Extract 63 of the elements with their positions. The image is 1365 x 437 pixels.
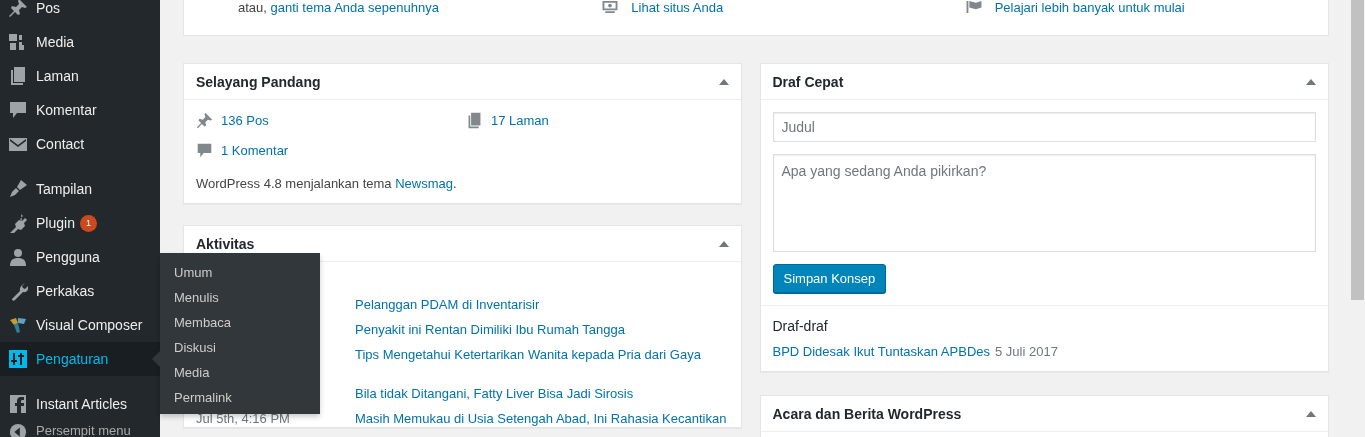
welcome-link[interactable]: Lihat situs Anda xyxy=(631,0,724,15)
welcome-link[interactable]: ganti tema Anda sepenuhnya xyxy=(270,0,439,15)
activity-link[interactable]: Penyakit ini Rentan Dimiliki Ibu Rumah Tangga xyxy=(355,322,625,338)
pin-icon xyxy=(8,0,28,18)
activity-link[interactable]: Tips Mengetahui Ketertarikan Wanita kepada Pria dari Gaya xyxy=(355,347,701,363)
submenu-item[interactable]: Diskusi xyxy=(160,335,320,360)
content-field[interactable]: Apa yang sedang Anda pikirkan? xyxy=(772,154,1316,252)
widget-title: Selayang Pandang xyxy=(196,73,321,90)
welcome-link[interactable]: Pelajari lebih banyak untuk mulai xyxy=(994,0,1185,15)
sidebar-item[interactable]: Plugin 1 xyxy=(0,206,160,240)
sidebar-item[interactable]: Komentar xyxy=(0,93,160,127)
comment-icon xyxy=(8,100,28,120)
update-count-badge: 1 xyxy=(79,214,97,232)
widget-title: Aktivitas xyxy=(196,235,255,252)
pages-icon xyxy=(8,66,28,86)
sliders-icon xyxy=(8,349,28,369)
submenu-item[interactable]: Media xyxy=(160,360,320,385)
toggle-icon[interactable] xyxy=(718,240,729,247)
glance-link[interactable]: 1 Komentar xyxy=(221,143,289,158)
activity-link[interactable]: Pelanggan PDAM di Inventarisir xyxy=(355,297,540,313)
plug-icon xyxy=(8,213,28,233)
sidebar-item[interactable]: Contact xyxy=(0,127,160,161)
activity-date: Jul 5th, 4:16 PM xyxy=(196,411,291,427)
drafts-heading: Draf-draf xyxy=(772,318,829,334)
sidebar-item[interactable]: Pengguna xyxy=(0,240,160,274)
glance-link[interactable]: 17 Laman xyxy=(491,113,549,128)
submenu-item[interactable]: Menulis xyxy=(160,285,320,310)
flag-icon xyxy=(964,0,983,14)
cube-icon xyxy=(8,315,28,335)
collapse-menu-button[interactable]: Persempit menu xyxy=(0,421,160,437)
user-icon xyxy=(8,247,28,267)
welcome-text: atau, ganti tema Anda sepenuhnya xyxy=(238,0,439,15)
widget-title: Draf Cepat xyxy=(772,73,844,90)
draft-link[interactable]: BPD Didesak Ikut Tuntaskan APBDes xyxy=(772,344,990,359)
toggle-icon[interactable] xyxy=(718,78,729,85)
theme-text: WordPress 4.8 menjalankan tema Newsmag. xyxy=(195,175,458,193)
brush-icon xyxy=(8,179,28,199)
pin-icon xyxy=(196,112,213,129)
sidebar-item[interactable]: Pos xyxy=(0,0,160,25)
sidebar-item[interactable]: Visual Composer xyxy=(0,308,160,342)
sidebar-item[interactable]: Media xyxy=(0,25,160,59)
activity-link[interactable]: Bila tidak Ditangani, Fatty Liver Bisa Jadi Sirosis xyxy=(355,386,634,402)
submenu-item[interactable]: Umum xyxy=(160,260,320,285)
toggle-icon[interactable] xyxy=(1306,410,1316,417)
save-draft-button[interactable]: Simpan Konsep xyxy=(772,264,887,293)
theme-link[interactable]: Newsmag xyxy=(395,176,453,191)
activity-link[interactable]: Masih Memukau di Usia Setengah Abad, Ini Rahasia Kecantikan xyxy=(355,411,727,427)
sidebar-item[interactable]: Pengaturan xyxy=(0,342,160,376)
pages-icon xyxy=(466,112,483,129)
toggle-icon[interactable] xyxy=(1306,78,1316,85)
title-field[interactable]: Judul xyxy=(772,112,1316,142)
facebook-icon xyxy=(8,394,28,414)
draft-date: 5 Juli 2017 xyxy=(995,344,1058,359)
submenu-item[interactable]: Permalink xyxy=(160,385,320,410)
sidebar-item[interactable]: Laman xyxy=(0,59,160,93)
sidebar-item[interactable]: Tampilan xyxy=(0,172,160,206)
screen-icon xyxy=(601,0,620,14)
submenu-item[interactable]: Membaca xyxy=(160,310,320,335)
sidebar-item[interactable]: Instant Articles xyxy=(0,387,160,421)
widget-title: Acara dan Berita WordPress xyxy=(772,405,962,422)
glance-link[interactable]: 136 Pos xyxy=(221,113,269,128)
sidebar-item[interactable]: Perkakas xyxy=(0,274,160,308)
comment-icon xyxy=(196,142,213,159)
